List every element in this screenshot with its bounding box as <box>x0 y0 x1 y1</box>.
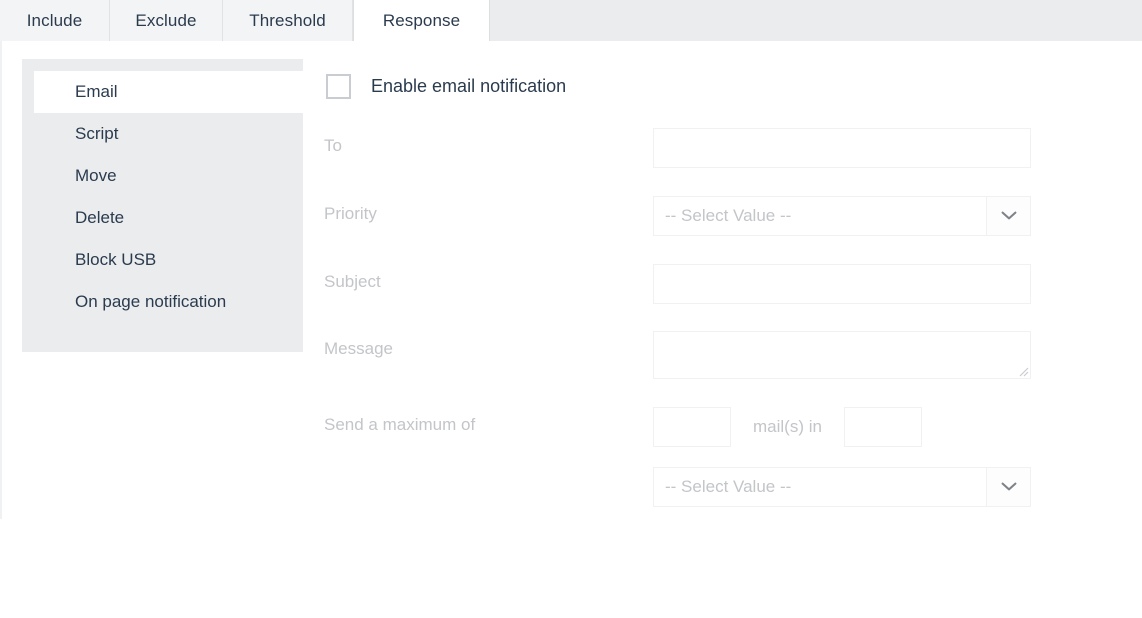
to-input[interactable] <box>653 128 1031 168</box>
tab-threshold-label: Threshold <box>249 10 326 30</box>
to-control <box>653 128 1084 168</box>
max-mails-control: mail(s) in <box>653 407 1084 447</box>
max-mails-middle-text: mail(s) in <box>753 417 822 436</box>
tab-include-label: Include <box>26 10 83 30</box>
max-mails-period-unit-spacer <box>324 467 653 475</box>
sidebar-item-block-usb[interactable]: Block USB <box>22 239 303 281</box>
tab-bar: Include Exclude Threshold Response <box>0 0 1142 42</box>
response-action-sidebar: Email Script Move Delete Block USB On pa… <box>22 59 303 352</box>
to-row: To <box>324 128 1084 168</box>
max-mails-period-unit-value: -- Select Value -- <box>665 477 792 496</box>
chevron-down-icon <box>986 468 1030 506</box>
max-mails-period-unit-row: -- Select Value -- <box>324 467 1084 507</box>
sidebar-item-delete[interactable]: Delete <box>22 197 303 239</box>
enable-email-notification-row: Enable email notification <box>324 71 1084 101</box>
subject-control <box>653 264 1084 304</box>
sidebar-item-label: Delete <box>75 208 125 227</box>
tab-bar-filler <box>490 0 1142 41</box>
to-label: To <box>324 136 342 155</box>
sidebar-item-label: Move <box>75 166 117 185</box>
sidebar-item-script[interactable]: Script <box>22 113 303 155</box>
max-mails-period-input[interactable] <box>843 407 922 447</box>
max-mails-period-unit-control: -- Select Value -- <box>653 467 1084 507</box>
tab-response[interactable]: Response <box>353 0 490 42</box>
tab-threshold[interactable]: Threshold <box>223 0 353 41</box>
message-row: Message <box>324 331 1084 379</box>
priority-label: Priority <box>324 204 377 223</box>
priority-select[interactable]: -- Select Value -- <box>653 196 1031 236</box>
max-mails-period-unit-select[interactable]: -- Select Value -- <box>653 467 1031 507</box>
subject-row: Subject <box>324 264 1084 304</box>
priority-row: Priority -- Select Value -- <box>324 196 1084 236</box>
email-notification-form: Enable email notification To Priority --… <box>324 71 1084 507</box>
tab-exclude[interactable]: Exclude <box>110 0 223 41</box>
enable-email-notification-label: Enable email notification <box>371 75 567 96</box>
enable-email-notification-checkbox[interactable] <box>326 73 351 99</box>
response-settings-screen: Include Exclude Threshold Response Email… <box>0 0 1142 618</box>
max-mails-label: Send a maximum of <box>324 415 476 434</box>
max-mails-inline-group: mail(s) in <box>653 407 1084 447</box>
chevron-down-icon <box>986 197 1030 235</box>
subject-label: Subject <box>324 272 381 291</box>
message-control <box>653 331 1084 379</box>
sidebar-item-label: Block USB <box>75 250 157 269</box>
priority-control: -- Select Value -- <box>653 196 1084 236</box>
response-panel: Email Script Move Delete Block USB On pa… <box>0 41 1142 519</box>
sidebar-item-label: Email <box>75 82 118 101</box>
message-textarea[interactable] <box>653 331 1031 379</box>
tab-exclude-label: Exclude <box>135 10 197 30</box>
sidebar-item-email[interactable]: Email <box>34 71 303 113</box>
sidebar-item-label: On page notification <box>75 292 227 311</box>
max-mails-row: Send a maximum of mail(s) in <box>324 407 1084 447</box>
tab-response-label: Response <box>382 10 461 30</box>
priority-select-value: -- Select Value -- <box>665 206 792 225</box>
subject-input[interactable] <box>653 264 1031 304</box>
tab-include[interactable]: Include <box>0 0 110 41</box>
max-mails-count-input[interactable] <box>653 407 731 447</box>
message-textarea-wrapper <box>653 331 1031 379</box>
sidebar-item-move[interactable]: Move <box>22 155 303 197</box>
sidebar-item-label: Script <box>75 124 119 143</box>
message-label: Message <box>324 339 393 358</box>
sidebar-item-on-page-notification[interactable]: On page notification <box>22 281 303 323</box>
